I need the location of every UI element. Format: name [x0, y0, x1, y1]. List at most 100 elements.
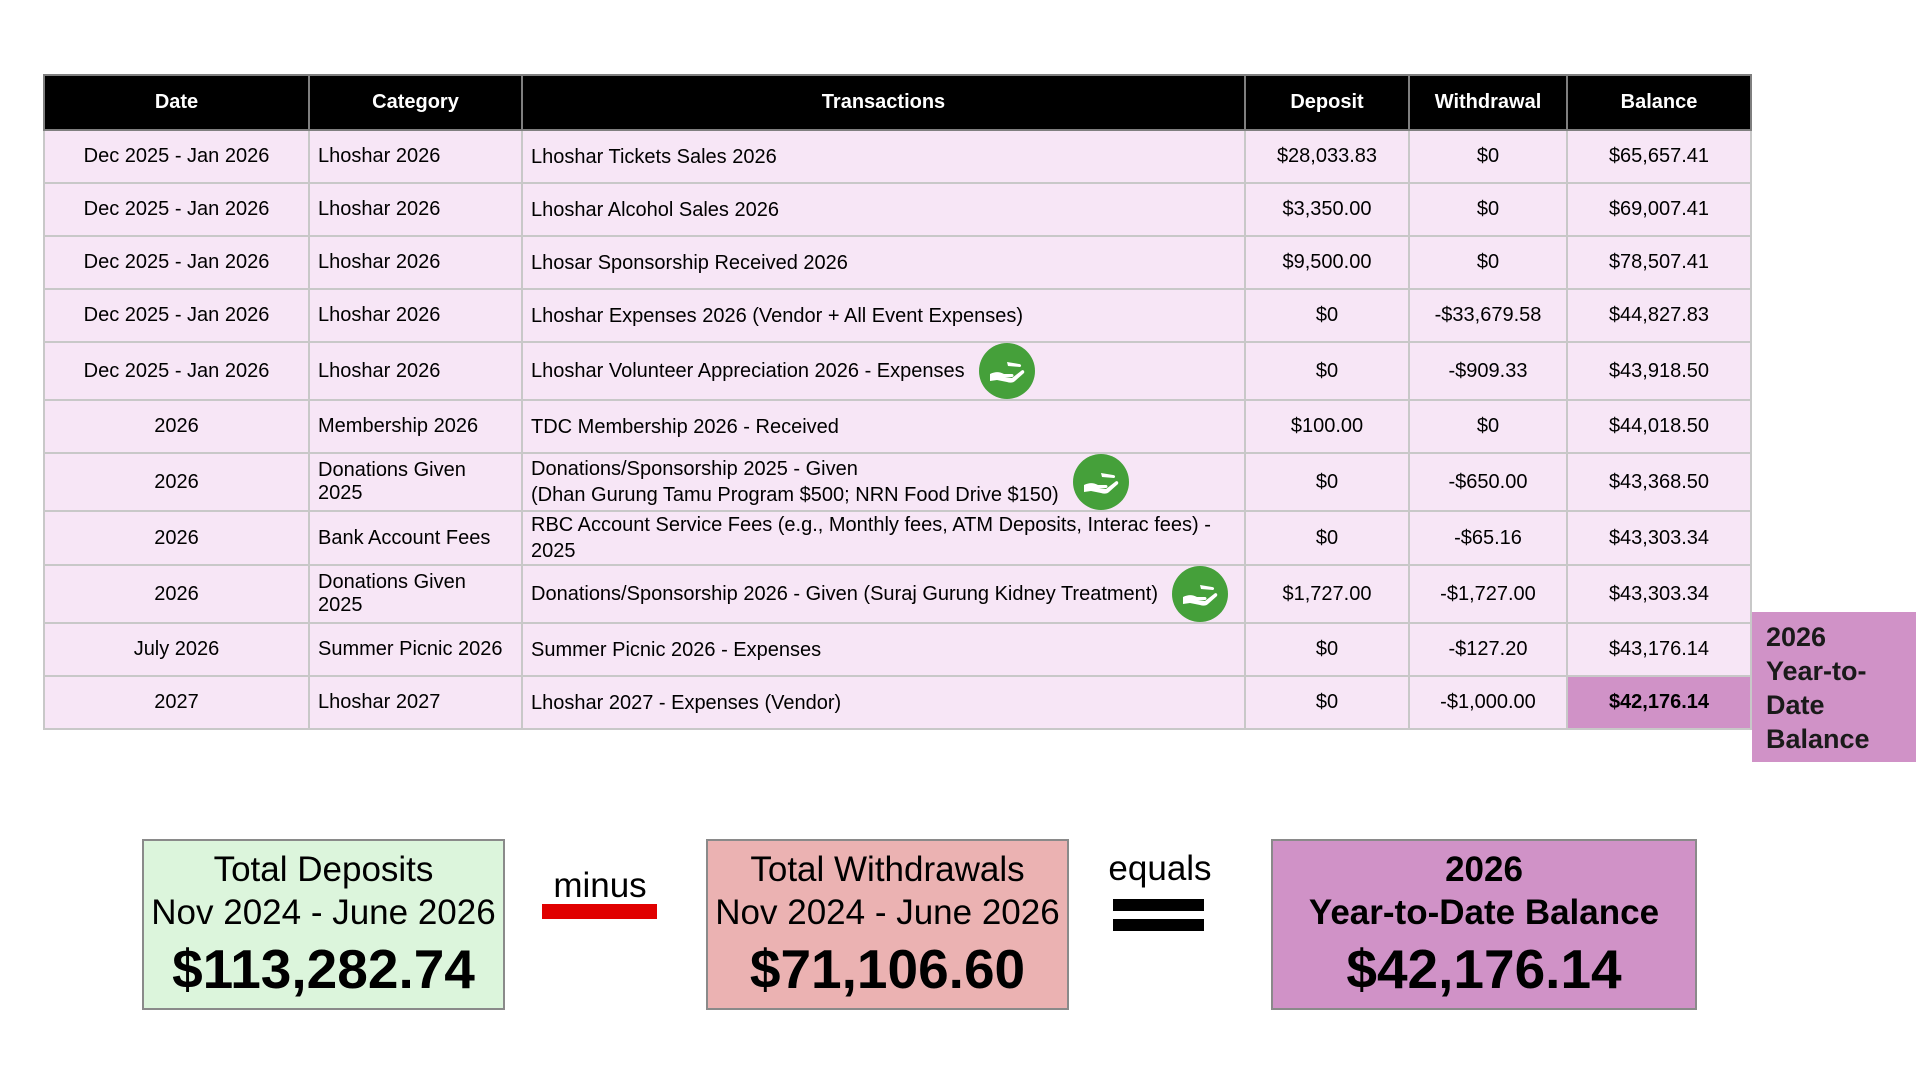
side-label-line: Year-to- [1766, 656, 1867, 686]
transaction-lines: RBC Account Service Fees (e.g., Monthly … [531, 512, 1236, 564]
cell-balance: $43,918.50 [1566, 341, 1752, 401]
cell-date: Dec 2025 - Jan 2026 [43, 288, 310, 343]
table-row: Dec 2025 - Jan 2026 Lhoshar 2026 Lhoshar V… [43, 341, 1752, 401]
side-label-line: 2026 [1766, 622, 1827, 652]
cell-deposit: $1,727.00 [1244, 564, 1410, 624]
cell-transaction: Lhoshar Alcohol Sales 2026 [521, 182, 1246, 237]
cell-deposit: $0 [1244, 288, 1410, 343]
total-deposits-title: Total Deposits [213, 850, 434, 889]
table-row: 2027 Lhoshar 2027 Lhoshar 2027 - Expenses … [43, 675, 1752, 730]
cell-withdrawal: -$127.20 [1408, 622, 1568, 677]
transaction-text: Lhoshar Volunteer Appreciation 2026 - Ex… [531, 360, 965, 382]
ytd-balance-side-label: 2026 Year-to- Date Balance [1752, 612, 1916, 762]
giving-hand-icon [1072, 454, 1129, 510]
transaction-text: Lhosar Sponsorship Received 2026 [531, 251, 848, 274]
transaction-lines: Summer Picnic 2026 - Expenses [531, 637, 821, 663]
header-withdrawal: Withdrawal [1408, 74, 1568, 131]
transaction-lines: TDC Membership 2026 - Received [531, 414, 839, 440]
cell-transaction: Lhosar Sponsorship Received 2026 [521, 235, 1246, 290]
table-header-row: Date Category Transactions Deposit Withd… [43, 74, 1752, 131]
header-transactions: Transactions [521, 74, 1246, 131]
cell-category: Lhoshar 2026 [308, 129, 523, 184]
cell-balance: $44,018.50 [1566, 399, 1752, 454]
cell-balance: $65,657.41 [1566, 129, 1752, 184]
transaction-lines: Donations/Sponsorship 2026 - Given (Sura… [531, 581, 1158, 607]
cell-category: Lhoshar 2026 [308, 182, 523, 237]
total-withdrawals-period: Nov 2024 - June 2026 [715, 893, 1060, 932]
cell-date: Dec 2025 - Jan 2026 [43, 129, 310, 184]
cell-withdrawal: -$909.33 [1408, 341, 1568, 401]
total-withdrawals-title: Total Withdrawals [750, 850, 1025, 889]
cell-transaction: Donations/Sponsorship 2025 - Given (Dhan … [521, 452, 1246, 512]
cell-deposit: $0 [1244, 341, 1410, 401]
table-row: Dec 2025 - Jan 2026 Lhoshar 2026 Lhoshar E… [43, 288, 1752, 343]
cell-balance: $43,368.50 [1566, 452, 1752, 512]
cell-withdrawal: $0 [1408, 182, 1568, 237]
cell-transaction: RBC Account Service Fees (e.g., Monthly … [521, 510, 1246, 566]
transaction-lines: Lhoshar Alcohol Sales 2026 [531, 197, 779, 223]
table-row: Dec 2025 - Jan 2026 Lhoshar 2026 Lhosar Sp… [43, 235, 1752, 290]
ytd-balance-box: 2026 Year-to-Date Balance $42,176.14 [1271, 839, 1697, 1010]
cell-withdrawal: -$33,679.58 [1408, 288, 1568, 343]
header-category: Category [308, 74, 523, 131]
cell-transaction: TDC Membership 2026 - Received [521, 399, 1246, 454]
transactions-table: Date Category Transactions Deposit Withd… [43, 74, 1752, 730]
cell-category: Lhoshar 2027 [308, 675, 523, 730]
cell-withdrawal: -$650.00 [1408, 452, 1568, 512]
cell-withdrawal: -$1,000.00 [1408, 675, 1568, 730]
table-row: 2026 Donations Given 2025 Donations/Sponso… [43, 564, 1752, 624]
transaction-lines: Lhoshar 2027 - Expenses (Vendor) [531, 690, 841, 716]
minus-sign [542, 904, 657, 919]
cell-balance: $44,827.83 [1566, 288, 1752, 343]
transaction-lines: Lhoshar Expenses 2026 (Vendor + All Even… [531, 303, 1023, 329]
cell-date: Dec 2025 - Jan 2026 [43, 341, 310, 401]
cell-balance: $42,176.14 [1566, 675, 1752, 730]
transaction-text: Summer Picnic 2026 - Expenses [531, 638, 822, 661]
transaction-text: Lhoshar Expenses 2026 (Vendor + All Even… [531, 304, 1023, 327]
cell-category: Membership 2026 [308, 399, 523, 454]
cell-date: July 2026 [43, 622, 310, 677]
cell-balance: $43,303.34 [1566, 510, 1752, 566]
cell-transaction: Lhoshar Expenses 2026 (Vendor + All Even… [521, 288, 1246, 343]
transaction-text: RBC Account Service Fees (e.g., Monthly … [531, 514, 1211, 562]
total-deposits-period: Nov 2024 - June 2026 [151, 893, 496, 932]
transaction-text: Donations/Sponsorship 2025 - Given [531, 458, 858, 480]
cell-category: Bank Account Fees [308, 510, 523, 566]
transaction-lines: Lhoshar Volunteer Appreciation 2026 - Ex… [531, 358, 965, 384]
equals-sign-bottom [1113, 919, 1204, 931]
equals-sign-top [1113, 899, 1204, 911]
cell-withdrawal: $0 [1408, 235, 1568, 290]
total-withdrawals-box: Total Withdrawals Nov 2024 - June 2026 $… [706, 839, 1069, 1010]
cell-transaction: Donations/Sponsorship 2026 - Given (Sura… [521, 564, 1246, 624]
cell-deposit: $100.00 [1244, 399, 1410, 454]
transaction-text: Donations/Sponsorship 2026 - Given (Sura… [531, 583, 1159, 605]
table-row: 2026 Bank Account Fees RBC Account Service… [43, 510, 1752, 566]
cell-date: 2026 [43, 564, 310, 624]
cell-deposit: $3,350.00 [1244, 182, 1410, 237]
cell-category: Donations Given 2025 [308, 452, 523, 512]
cell-date: Dec 2025 - Jan 2026 [43, 182, 310, 237]
cell-balance: $43,176.14 [1566, 622, 1752, 677]
cell-category: Donations Given 2025 [308, 564, 523, 624]
table-row: 2026 Membership 2026 TDC Membership 2026 -… [43, 399, 1752, 454]
cell-withdrawal: -$1,727.00 [1408, 564, 1568, 624]
transaction-text: Lhoshar Alcohol Sales 2026 [531, 198, 779, 221]
cell-date: 2026 [43, 452, 310, 512]
cell-deposit: $0 [1244, 452, 1410, 512]
total-deposits-box: Total Deposits Nov 2024 - June 2026 $113… [142, 839, 505, 1010]
cell-category: Lhoshar 2026 [308, 235, 523, 290]
table-row: 2026 Donations Given 2025 Donations/Sponso… [43, 452, 1752, 512]
transaction-text: Lhoshar 2027 - Expenses (Vendor) [531, 691, 842, 714]
minus-label: minus [553, 866, 647, 905]
cell-withdrawal: $0 [1408, 399, 1568, 454]
header-deposit: Deposit [1244, 74, 1410, 131]
side-label-line: Date [1766, 690, 1825, 720]
cell-deposit: $28,033.83 [1244, 129, 1410, 184]
table-row: Dec 2025 - Jan 2026 Lhoshar 2026 Lhoshar T… [43, 129, 1752, 184]
cell-date: Dec 2025 - Jan 2026 [43, 235, 310, 290]
transaction-lines: Lhoshar Tickets Sales 2026 [531, 144, 777, 170]
cell-category: Summer Picnic 2026 [308, 622, 523, 677]
cell-balance: $43,303.34 [1566, 564, 1752, 624]
cell-transaction: Lhoshar Volunteer Appreciation 2026 - Ex… [521, 341, 1246, 401]
side-label-line: Balance [1766, 724, 1870, 754]
